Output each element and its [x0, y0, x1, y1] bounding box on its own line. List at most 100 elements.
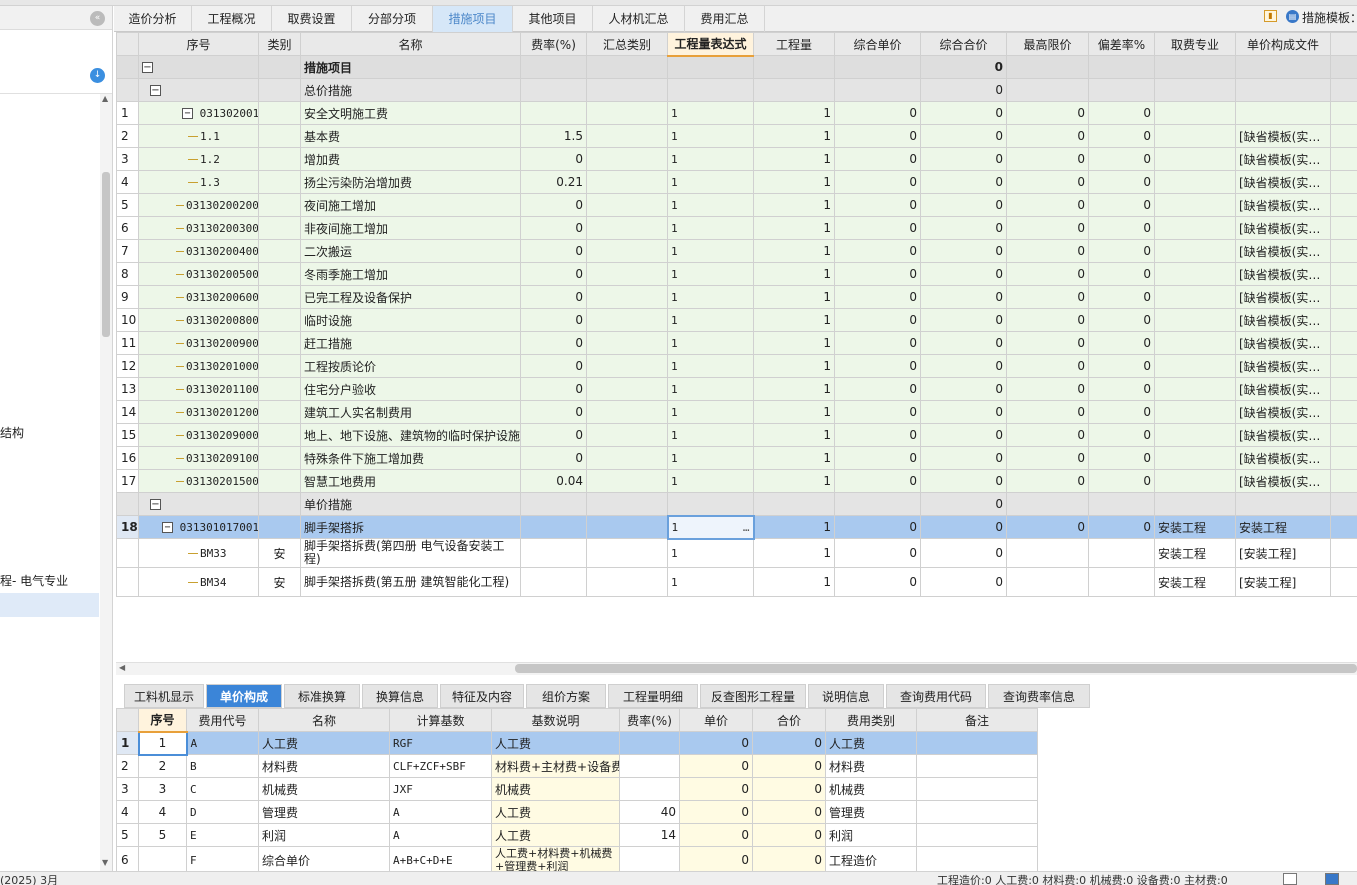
comp-category[interactable]: 管理费	[825, 800, 917, 824]
table-row[interactable]: 13 031302011001 住宅分户验收 0 1 1 0 0 0 0 [缺省模板(实…	[116, 377, 1357, 401]
comp-base[interactable]: A+B+C+D+E	[389, 846, 492, 874]
comp-code[interactable]: C	[186, 777, 259, 801]
row-qty-expr[interactable]: 1	[667, 193, 754, 217]
view-icon[interactable]	[1325, 873, 1339, 885]
row-name[interactable]: 工程按质论价	[300, 354, 521, 378]
row-price-file[interactable]: [缺省模板(实…	[1235, 193, 1331, 217]
row-qty-expr[interactable]: 1	[667, 354, 754, 378]
row-name[interactable]: 扬尘污染防治增加费	[300, 170, 521, 194]
row-price-file[interactable]: [缺省模板(实…	[1235, 354, 1331, 378]
comp-code[interactable]: D	[186, 800, 259, 824]
tree-item-selected[interactable]	[0, 593, 99, 617]
row-rate[interactable]: 0.21	[520, 170, 587, 194]
sub-name[interactable]: 脚手架搭拆费(第五册 建筑智能化工程)	[300, 567, 521, 597]
row-code[interactable]: 031302010001	[138, 354, 259, 378]
collapse-icon[interactable]: −	[150, 499, 161, 510]
row-price-file[interactable]: [缺省模板(实…	[1235, 124, 1331, 148]
sub-item-row[interactable]: BM33 安脚手架搭拆费(第四册 电气设备安装工程) 1 1 0 0 安装工程 [安装工程]	[116, 538, 1357, 568]
col-header-price-file[interactable]: 单价构成文件	[1235, 32, 1331, 56]
comp-name[interactable]: 利润	[258, 823, 390, 847]
comp-category[interactable]: 材料费	[825, 754, 917, 778]
scroll-up-icon[interactable]: ▲	[102, 94, 108, 103]
row-name[interactable]: 地上、地下设施、建筑物的临时保护设施	[300, 423, 521, 447]
sub-fee[interactable]: 安装工程	[1154, 567, 1236, 597]
tab-fee-summary[interactable]: 费用汇总	[685, 6, 765, 32]
row-name[interactable]: 智慧工地费用	[300, 469, 521, 493]
comp-name[interactable]: 材料费	[258, 754, 390, 778]
row-qty-expr[interactable]: 1	[667, 262, 754, 286]
collapse-icon[interactable]: −	[142, 62, 153, 73]
row-rate[interactable]: 0	[520, 400, 587, 424]
row-rate[interactable]: 0	[520, 216, 587, 240]
row-qty-expr[interactable]: 1	[667, 331, 754, 355]
row-price-file[interactable]: [缺省模板(实…	[1235, 308, 1331, 332]
row-name[interactable]: 措施项目	[300, 55, 521, 79]
comp-name[interactable]: 人工费	[258, 731, 390, 755]
row-name[interactable]: 临时设施	[300, 308, 521, 332]
comp-base[interactable]: JXF	[389, 777, 492, 801]
sub-qty-expr[interactable]: 1	[667, 538, 754, 568]
more-icon[interactable]: …	[743, 521, 750, 534]
comp-base[interactable]: A	[389, 823, 492, 847]
row-rate[interactable]: 0	[520, 239, 587, 263]
composition-row[interactable]: 3 3 C 机械费 JXF 机械费 0 0 机械费	[116, 777, 1038, 801]
row-qty-expr[interactable]: 1	[667, 469, 754, 493]
row-qty-expr[interactable]: 1	[667, 124, 754, 148]
row-code[interactable]: 031302015001	[138, 469, 259, 493]
table-row[interactable]: 8 031302005001 冬雨季施工增加 0 1 1 0 0 0 0 [缺省模板(实…	[116, 262, 1357, 286]
col-header-total-price[interactable]: 综合合价	[920, 32, 1007, 56]
detail-tab-11[interactable]: 查询费率信息	[988, 684, 1090, 708]
row-qty-expr[interactable]: 1	[667, 216, 754, 240]
row-name[interactable]: 安全文明施工费	[300, 101, 521, 125]
row-code[interactable]: 031302008001	[138, 308, 259, 332]
comp-base[interactable]: A	[389, 800, 492, 824]
left-panel-scroll-thumb[interactable]	[102, 172, 110, 337]
comp-name[interactable]: 机械费	[258, 777, 390, 801]
comp-name[interactable]: 管理费	[258, 800, 390, 824]
row-code[interactable]: 031302004001	[138, 239, 259, 263]
row-rate[interactable]: 1.5	[520, 124, 587, 148]
table-row[interactable]: 3 1.2 增加费 0 1 1 0 0 0 0 [缺省模板(实…	[116, 147, 1357, 171]
col-header-qty[interactable]: 工程量	[753, 32, 835, 56]
scroll-down-icon[interactable]: ▼	[102, 858, 108, 867]
row-qty-expr[interactable]: 1	[667, 239, 754, 263]
row-name[interactable]: 建筑工人实名制费用	[300, 400, 521, 424]
tab-labor-material-summary[interactable]: 人材机汇总	[593, 6, 685, 32]
composition-row[interactable]: 6 F 综合单价 A+B+C+D+E 人工费+材料费+机械费+管理费+利润 0 0 工程造价	[116, 846, 1038, 874]
sub-price-file[interactable]: [安装工程]	[1235, 538, 1331, 568]
collapse-panel-icon[interactable]: «	[90, 11, 105, 26]
tab-project-overview[interactable]: 工程概况	[192, 6, 272, 32]
table-row[interactable]: − 措施项目 0	[116, 55, 1357, 79]
comp-category[interactable]: 工程造价	[825, 846, 917, 874]
tab-measures[interactable]: 措施项目	[433, 6, 513, 32]
table-row[interactable]: − 单价措施 0	[116, 492, 1357, 516]
comp-category[interactable]: 人工费	[825, 731, 917, 755]
row-rate[interactable]: 0	[520, 354, 587, 378]
comp-seq[interactable]: 1	[137, 730, 188, 756]
comp-seq[interactable]: 5	[138, 823, 187, 847]
row-name[interactable]: 已完工程及设备保护	[300, 285, 521, 309]
row-code[interactable]: 031302005001	[138, 262, 259, 286]
tab-cost-analysis[interactable]: 造价分析	[114, 6, 192, 32]
composition-row[interactable]: 1 1 A 人工费 RGF 人工费 0 0 人工费	[116, 730, 1038, 756]
row-code[interactable]: 1.2	[138, 147, 259, 171]
row-price-file[interactable]: [缺省模板(实…	[1235, 331, 1331, 355]
col-header-summary-type[interactable]: 汇总类别	[586, 32, 668, 56]
comp-code[interactable]: A	[186, 731, 259, 755]
comp-code[interactable]: E	[186, 823, 259, 847]
row-rate[interactable]: 0	[520, 147, 587, 171]
row-price-file[interactable]: [缺省模板(实…	[1235, 262, 1331, 286]
row-price-file[interactable]: [缺省模板(实…	[1235, 285, 1331, 309]
table-row[interactable]: 10 031302008001 临时设施 0 1 1 0 0 0 0 [缺省模板(实…	[116, 308, 1357, 332]
row-qty-expr[interactable]: 1	[667, 446, 754, 470]
table-row[interactable]: 14 031302012001 建筑工人实名制费用 0 1 1 0 0 0 0 [缺省模板(实…	[116, 400, 1357, 424]
comp-seq[interactable]: 4	[138, 800, 187, 824]
layout-icon[interactable]	[1283, 873, 1297, 885]
row-rate[interactable]: 0.04	[520, 469, 587, 493]
tab-other-items[interactable]: 其他项目	[513, 6, 593, 32]
comp-remark[interactable]	[916, 777, 1038, 801]
row-qty-expr[interactable]: 1	[667, 308, 754, 332]
table-row[interactable]: 1 − 031302001001 安全文明施工费 1 1 0 0 0 0	[116, 101, 1357, 125]
col-header-unit-price[interactable]: 综合单价	[834, 32, 921, 56]
col-header-name[interactable]: 名称	[300, 32, 521, 56]
